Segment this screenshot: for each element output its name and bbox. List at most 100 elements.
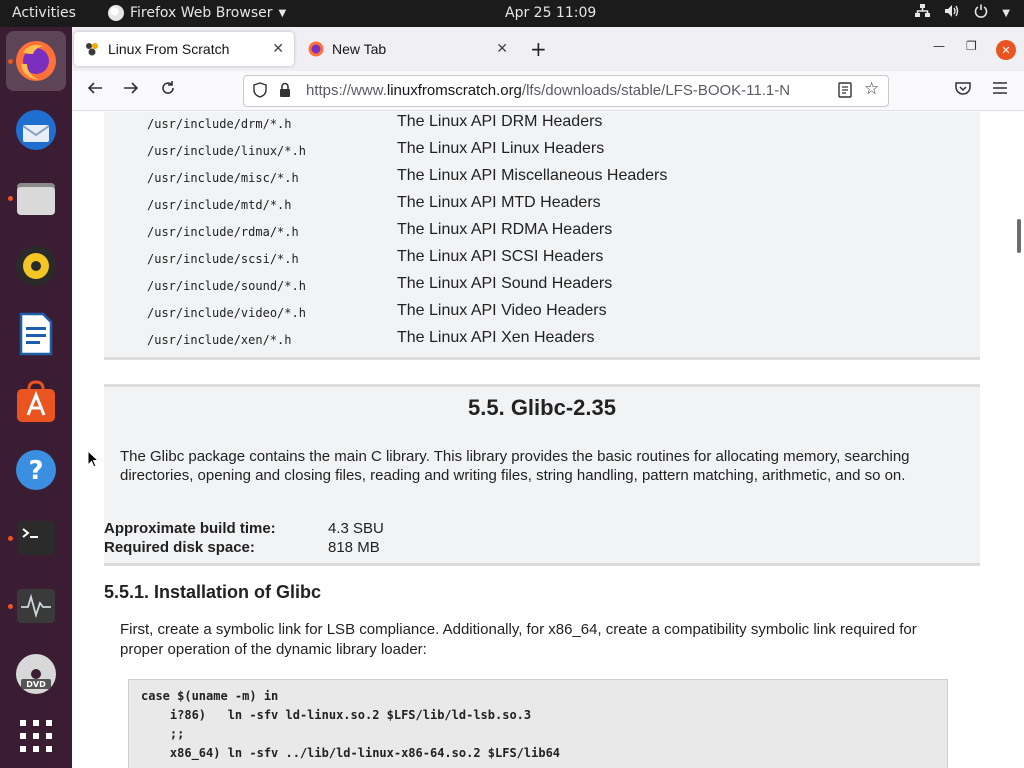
system-top-bar: Activities Firefox Web Browser ▼ Apr 25 …	[0, 0, 1024, 27]
table-row: /usr/include/xen/*.h The Linux API Xen H…	[104, 328, 980, 355]
terminal-icon	[17, 521, 55, 555]
page-content[interactable]: /usr/include/drm/*.h The Linux API DRM H…	[72, 112, 1024, 768]
header-path: /usr/include/linux/*.h	[147, 144, 306, 158]
header-path: /usr/include/sound/*.h	[147, 279, 306, 293]
firefox-mini-icon	[108, 5, 124, 21]
header-description: The Linux API Linux Headers	[397, 140, 605, 157]
dock-system-monitor[interactable]	[6, 576, 66, 636]
svg-text:DVD: DVD	[26, 680, 46, 689]
table-row: /usr/include/mtd/*.h The Linux API MTD H…	[104, 193, 980, 220]
tab-title: Linux From Scratch	[108, 41, 230, 57]
bookmark-star-icon[interactable]: ☆	[864, 79, 879, 99]
navigation-toolbar: https://www.linuxfromscratch.org/lfs/dow…	[72, 71, 1024, 111]
url-prefix: https://www.	[306, 82, 387, 99]
pocket-button[interactable]	[955, 81, 971, 100]
tracking-protection-shield-icon[interactable]	[253, 82, 267, 98]
table-row: /usr/include/video/*.h The Linux API Vid…	[104, 301, 980, 328]
table-row: /usr/include/misc/*.h The Linux API Misc…	[104, 166, 980, 193]
table-row: /usr/include/linux/*.h The Linux API Lin…	[104, 139, 980, 166]
table-row: /usr/include/scsi/*.h The Linux API SCSI…	[104, 247, 980, 274]
disk-space-label: Required disk space:	[104, 539, 255, 556]
forward-button[interactable]	[123, 80, 139, 101]
scrollbar-thumb[interactable]	[1017, 219, 1021, 253]
maximize-button[interactable]: ❐	[966, 39, 977, 53]
url-path: /lfs/downloads/stable/LFS-BOOK-11.1-N	[521, 82, 791, 99]
dock-help[interactable]: ?	[6, 440, 66, 500]
page-scrollbar[interactable]	[1014, 112, 1024, 768]
power-icon[interactable]	[974, 4, 988, 22]
firefox-icon	[16, 41, 56, 81]
build-time-label: Approximate build time:	[104, 520, 276, 537]
header-description: The Linux API Miscellaneous Headers	[397, 167, 668, 184]
table-row: /usr/include/drm/*.h The Linux API DRM H…	[104, 112, 980, 139]
dock-firefox[interactable]	[6, 31, 66, 91]
system-tray[interactable]: ▼	[915, 4, 1010, 22]
dock-dvd[interactable]: DVD	[6, 644, 66, 704]
activities-button[interactable]: Activities	[12, 5, 76, 21]
section-intro: The Glibc package contains the main C li…	[120, 448, 910, 484]
running-indicator	[8, 59, 13, 64]
tab-linux-from-scratch[interactable]: Linux From Scratch ✕	[74, 32, 294, 66]
section-title: 5.5. Glibc-2.35	[468, 395, 616, 420]
tab-strip: Linux From Scratch ✕ New Tab ✕ + — ❐ ✕	[72, 27, 1024, 71]
header-path: /usr/include/mtd/*.h	[147, 198, 292, 212]
back-button[interactable]	[87, 80, 103, 101]
url-bar[interactable]: https://www.linuxfromscratch.org/lfs/dow…	[243, 75, 889, 107]
thunderbird-icon	[16, 110, 56, 150]
grid-icon	[20, 720, 52, 752]
pocket-icon	[955, 82, 971, 95]
network-icon[interactable]	[915, 4, 931, 22]
reader-view-icon[interactable]	[838, 82, 852, 98]
chevron-down-icon[interactable]: ▼	[1002, 8, 1010, 19]
dock-ubuntu-software[interactable]	[6, 372, 66, 432]
firefox-window: Linux From Scratch ✕ New Tab ✕ + — ❐ ✕ h…	[72, 27, 1024, 768]
dock-files[interactable]	[6, 168, 66, 228]
header-description: The Linux API Video Headers	[397, 302, 607, 319]
table-row: /usr/include/sound/*.h The Linux API Sou…	[104, 274, 980, 301]
mouse-pointer-icon	[87, 450, 99, 468]
lfs-favicon-icon	[86, 43, 98, 56]
software-store-icon	[17, 380, 55, 422]
app-menu-label: Firefox Web Browser	[130, 5, 273, 21]
tab-new-tab[interactable]: New Tab ✕	[298, 32, 518, 66]
system-monitor-icon	[17, 589, 55, 623]
header-path: /usr/include/video/*.h	[147, 306, 306, 320]
window-close-button[interactable]: ✕	[996, 40, 1016, 60]
running-indicator	[8, 536, 13, 541]
header-description: The Linux API Sound Headers	[397, 275, 613, 292]
dock-thunderbird[interactable]	[6, 100, 66, 160]
writer-icon	[19, 312, 53, 356]
header-description: The Linux API DRM Headers	[397, 113, 603, 130]
clock[interactable]: Apr 25 11:09	[505, 5, 596, 21]
header-description: The Linux API RDMA Headers	[397, 221, 613, 238]
header-path: /usr/include/scsi/*.h	[147, 252, 299, 266]
installed-headers-table: /usr/include/drm/*.h The Linux API DRM H…	[104, 112, 980, 360]
back-arrow-icon	[87, 82, 102, 94]
code-line: i?86) ln -sfv ld-linux.so.2 $LFS/lib/ld-…	[141, 708, 532, 722]
app-menu[interactable]: Firefox Web Browser ▼	[108, 5, 286, 21]
reload-button[interactable]	[160, 80, 176, 101]
header-path: /usr/include/rdma/*.h	[147, 225, 299, 239]
dock-rhythmbox[interactable]	[6, 236, 66, 296]
menu-button[interactable]	[992, 79, 1008, 100]
close-tab-icon[interactable]: ✕	[272, 40, 284, 57]
code-block[interactable]: case $(uname -m) in i?86) ln -sfv ld-lin…	[128, 679, 948, 768]
header-path: /usr/include/drm/*.h	[147, 117, 292, 131]
new-tab-button[interactable]: +	[530, 37, 547, 61]
dock-terminal[interactable]	[6, 508, 66, 568]
svg-text:?: ?	[28, 456, 43, 486]
help-icon: ?	[16, 450, 56, 490]
header-description: The Linux API SCSI Headers	[397, 248, 604, 265]
code-line: ;;	[141, 727, 185, 741]
minimize-button[interactable]: —	[933, 39, 945, 53]
lock-icon[interactable]	[278, 82, 292, 98]
header-path: /usr/include/xen/*.h	[147, 333, 292, 347]
close-tab-icon[interactable]: ✕	[496, 40, 508, 57]
chevron-down-icon: ▼	[278, 7, 287, 19]
hamburger-icon	[993, 82, 1007, 94]
show-applications-button[interactable]	[6, 706, 66, 766]
dock-libreoffice-writer[interactable]	[6, 304, 66, 364]
volume-icon[interactable]	[944, 4, 960, 22]
url-text[interactable]: https://www.linuxfromscratch.org/lfs/dow…	[306, 82, 831, 99]
disk-space-value: 818 MB	[328, 539, 380, 556]
